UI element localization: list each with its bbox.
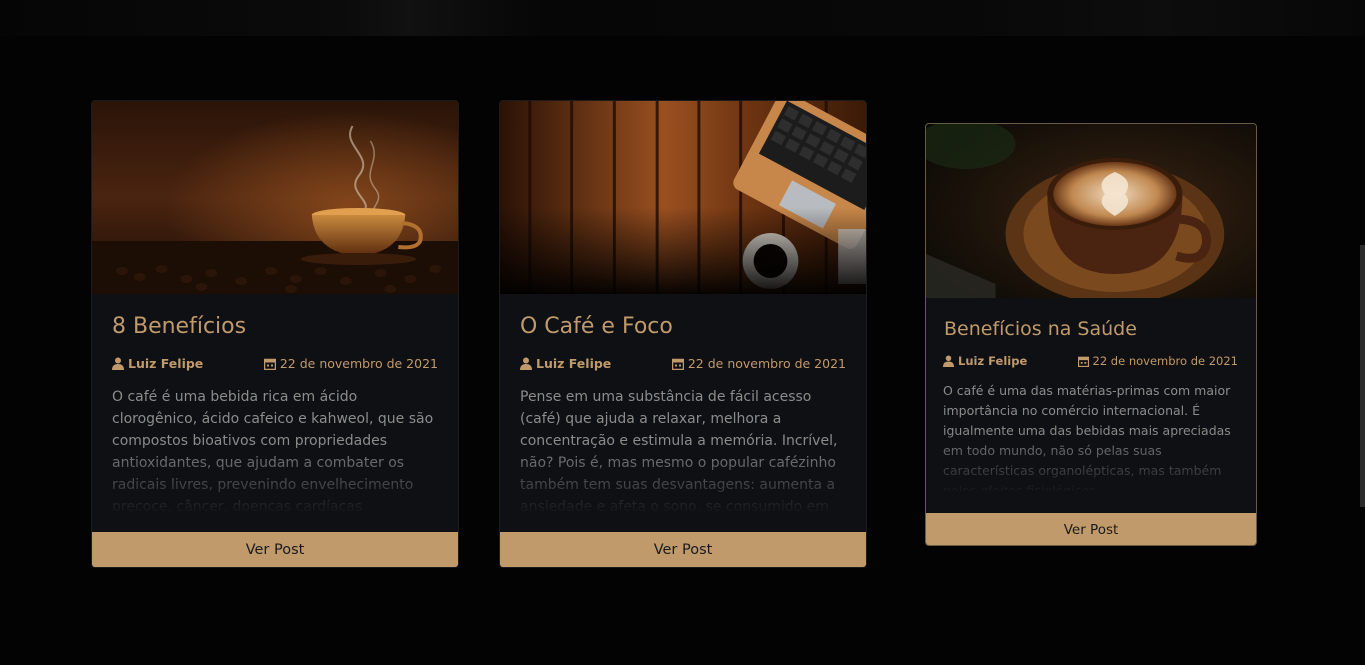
post-image-laptop-desk[interactable]: [500, 101, 866, 294]
post-title[interactable]: Benefícios na Saúde: [944, 318, 1137, 340]
post-excerpt: O café é uma das matérias-primas com mai…: [943, 383, 1231, 491]
post-excerpt: O café é uma bebida rica em ácido clorog…: [112, 389, 434, 511]
post-title[interactable]: 8 Benefícios: [112, 314, 246, 339]
post-title[interactable]: O Café e Foco: [520, 314, 673, 339]
header-backdrop: [0, 0, 1365, 36]
post-date-text: 22 de novembro de 2021: [1092, 354, 1239, 368]
view-post-button[interactable]: Ver Post: [926, 513, 1256, 545]
post-excerpt: Pense em uma substância de fácil acesso …: [520, 389, 838, 511]
post-date: 22 de novembro de 2021: [263, 356, 438, 371]
scrollbar[interactable]: [1360, 245, 1365, 507]
post-card: 8 Benefícios Luiz Felipe 22 de novembro …: [91, 100, 459, 568]
post-author: Luiz Felipe: [520, 356, 611, 371]
post-date-text: 22 de novembro de 2021: [279, 356, 438, 371]
post-author: Luiz Felipe: [943, 354, 1027, 368]
calendar-icon: [263, 358, 276, 370]
post-meta: Luiz Felipe 22 de novembro de 2021: [520, 356, 846, 371]
user-icon: [943, 355, 954, 367]
post-date-text: 22 de novembro de 2021: [687, 356, 846, 371]
user-icon: [520, 357, 532, 370]
post-author-name: Luiz Felipe: [128, 356, 204, 371]
view-post-button[interactable]: Ver Post: [92, 532, 458, 567]
post-image-latte[interactable]: [926, 124, 1256, 298]
calendar-icon: [671, 358, 684, 370]
user-icon: [112, 357, 124, 370]
post-author-name: Luiz Felipe: [536, 356, 612, 371]
post-author-name: Luiz Felipe: [958, 354, 1028, 368]
calendar-icon: [1077, 356, 1089, 367]
post-card: O Café e Foco Luiz Felipe 22 de novembro…: [499, 100, 867, 568]
post-meta: Luiz Felipe 22 de novembro de 2021: [112, 356, 438, 371]
post-date: 22 de novembro de 2021: [671, 356, 846, 371]
post-image-coffee-cup[interactable]: [92, 101, 458, 294]
view-post-button[interactable]: Ver Post: [500, 532, 866, 567]
post-date: 22 de novembro de 2021: [1077, 354, 1239, 368]
post-author: Luiz Felipe: [112, 356, 203, 371]
post-meta: Luiz Felipe 22 de novembro de 2021: [943, 354, 1238, 368]
post-card: Benefícios na Saúde Luiz Felipe 22 de no…: [925, 123, 1257, 546]
